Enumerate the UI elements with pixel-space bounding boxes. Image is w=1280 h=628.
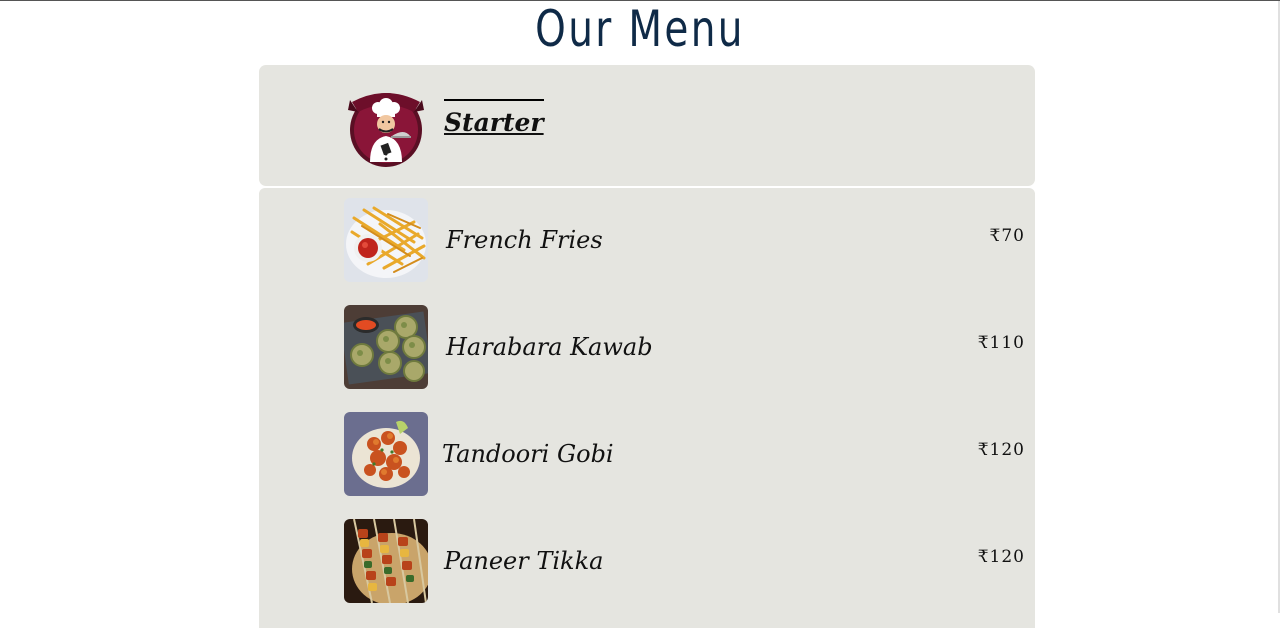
paneer-tikka-photo bbox=[344, 519, 428, 603]
item-name: French Fries bbox=[446, 226, 603, 254]
item-price: ₹110 bbox=[977, 333, 1025, 353]
category-title-rule: Starter bbox=[444, 99, 544, 137]
french-fries-photo bbox=[344, 198, 428, 282]
menu-item-french-fries[interactable]: French Fries ₹70 bbox=[259, 198, 1035, 284]
menu-item-tandoori-gobi[interactable]: Tandoori Gobi ₹120 bbox=[259, 412, 1035, 498]
item-name: Harabara Kawab bbox=[446, 333, 653, 361]
page-title: Our Menu bbox=[535, 0, 745, 58]
menu-item-paneer-tikka[interactable]: Paneer Tikka ₹120 bbox=[259, 519, 1035, 605]
menu-card: Starter French Fries ₹70 Harabara Kawab … bbox=[259, 65, 1035, 628]
item-name: Paneer Tikka bbox=[444, 547, 604, 575]
item-name: Tandoori Gobi bbox=[442, 440, 614, 468]
category-title[interactable]: Starter bbox=[444, 109, 544, 137]
item-price: ₹120 bbox=[977, 440, 1025, 460]
harabara-kawab-photo bbox=[344, 305, 428, 389]
item-price: ₹70 bbox=[989, 226, 1025, 246]
menu-item-harabara-kawab[interactable]: Harabara Kawab ₹110 bbox=[259, 305, 1035, 391]
tandoori-gobi-photo bbox=[344, 412, 428, 496]
item-price: ₹120 bbox=[977, 547, 1025, 567]
category-header: Starter bbox=[259, 65, 1035, 186]
chef-icon bbox=[348, 84, 424, 168]
items-panel: French Fries ₹70 Harabara Kawab ₹110 Tan… bbox=[259, 188, 1035, 628]
